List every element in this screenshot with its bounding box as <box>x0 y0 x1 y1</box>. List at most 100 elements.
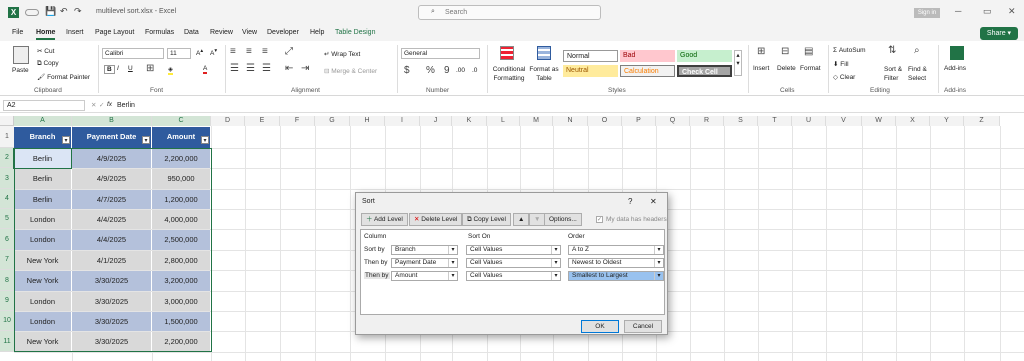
column-header-G[interactable]: G <box>315 116 350 126</box>
sort-filter-button[interactable]: Sort & Filter <box>884 65 908 83</box>
menu-tab-insert[interactable]: Insert <box>66 29 84 36</box>
increase-indent-icon[interactable]: ⇥ <box>301 63 309 74</box>
row-header-9[interactable]: 9 <box>0 291 14 311</box>
column-header-D[interactable]: D <box>211 116 245 126</box>
orientation-icon[interactable]: ⤢ <box>285 46 293 57</box>
percent-icon[interactable]: % <box>426 65 435 76</box>
increase-decimal-icon[interactable]: .00 <box>456 67 465 74</box>
redo-icon[interactable]: ↷ <box>74 6 82 17</box>
borders-icon[interactable]: ⊞ <box>146 63 154 74</box>
merge-center-button[interactable]: ⊟ Merge & Center <box>324 67 377 75</box>
column-header-C[interactable]: C <box>152 116 211 126</box>
filter-dropdown-icon[interactable]: ▾ <box>142 136 150 144</box>
row-header-6[interactable]: 6 <box>0 229 14 250</box>
close-icon[interactable]: ✕ <box>1008 6 1016 17</box>
format-cells-button[interactable]: Format <box>800 65 821 72</box>
column-header-L[interactable]: L <box>487 116 520 126</box>
font-size-combo[interactable]: 11 <box>167 48 191 59</box>
filter-dropdown-icon[interactable]: ▾ <box>62 136 70 144</box>
column-header-P[interactable]: P <box>622 116 656 126</box>
column-header-X[interactable]: X <box>896 116 930 126</box>
column-header-U[interactable]: U <box>792 116 826 126</box>
align-top-icon[interactable]: ≡ <box>230 46 236 57</box>
fill-color-icon[interactable]: ◈ <box>168 65 173 75</box>
shrink-font-icon[interactable]: A▾ <box>210 48 217 57</box>
column-header-I[interactable]: I <box>385 116 420 126</box>
menu-tab-data[interactable]: Data <box>184 29 199 36</box>
column-header-R[interactable]: R <box>690 116 724 126</box>
column-header-O[interactable]: O <box>588 116 622 126</box>
style-check-cell[interactable]: Check Cell <box>677 65 732 77</box>
align-middle-icon[interactable]: ≡ <box>246 46 252 57</box>
menu-tab-view[interactable]: View <box>242 29 257 36</box>
column-header-A[interactable]: A <box>14 116 72 126</box>
add-level-button[interactable]: ＋ Add Level <box>361 213 408 226</box>
align-right-icon[interactable]: ☰ <box>262 63 271 74</box>
align-left-icon[interactable]: ☰ <box>230 63 239 74</box>
row-header-1[interactable]: 1 <box>0 126 14 148</box>
name-box[interactable]: A2 <box>3 100 85 111</box>
column-header-J[interactable]: J <box>420 116 452 126</box>
search-box[interactable]: ⌕ Search <box>418 5 601 20</box>
headers-checkbox[interactable]: ✓ <box>596 216 603 223</box>
share-button[interactable]: Share ▾ <box>980 27 1018 40</box>
sort-filter-icon[interactable]: ⇅ <box>888 45 896 56</box>
row-header-7[interactable]: 7 <box>0 250 14 270</box>
column-header-W[interactable]: W <box>862 116 896 126</box>
close-icon[interactable]: ✕ <box>650 197 657 206</box>
sort-on-combo[interactable]: Cell Values ▾ <box>466 271 561 281</box>
wrap-text-button[interactable]: ↵ Wrap Text <box>324 50 360 58</box>
insert-cells-button[interactable]: Insert <box>753 65 769 72</box>
addins-button[interactable]: Add-ins <box>944 65 966 72</box>
column-header-Q[interactable]: Q <box>656 116 690 126</box>
menu-tab-formulas[interactable]: Formulas <box>145 29 174 36</box>
select-all-corner[interactable] <box>0 116 14 126</box>
row-header-8[interactable]: 8 <box>0 270 14 291</box>
find-select-icon[interactable]: ⌕ <box>914 45 920 56</box>
column-header-Z[interactable]: Z <box>964 116 1000 126</box>
comma-icon[interactable]: 9 <box>444 65 450 76</box>
column-header-H[interactable]: H <box>350 116 385 126</box>
confirm-entry-icon[interactable]: ✓ <box>99 101 104 109</box>
column-header-N[interactable]: N <box>553 116 588 126</box>
paste-button[interactable]: Paste <box>12 67 29 74</box>
autosave-toggle[interactable] <box>25 9 39 16</box>
undo-icon[interactable]: ↶ <box>60 6 68 17</box>
sort-on-combo[interactable]: Cell Values ▾ <box>466 245 561 255</box>
column-header-M[interactable]: M <box>520 116 553 126</box>
order-combo[interactable]: A to Z ▾ <box>568 245 664 255</box>
menu-tab-developer[interactable]: Developer <box>267 29 299 36</box>
menu-tab-review[interactable]: Review <box>210 29 233 36</box>
format-as-table-icon[interactable] <box>537 46 551 60</box>
sign-in-button[interactable]: Sign in <box>914 8 940 18</box>
align-center-icon[interactable]: ☰ <box>246 63 255 74</box>
column-header-Y[interactable]: Y <box>930 116 964 126</box>
menu-tab-home[interactable]: Home <box>36 29 56 40</box>
column-header-E[interactable]: E <box>245 116 280 126</box>
grow-font-icon[interactable]: A▴ <box>196 48 203 57</box>
delete-cells-icon[interactable]: ⊟ <box>781 46 789 57</box>
maximize-icon[interactable]: ▭ <box>983 6 992 17</box>
paste-icon[interactable] <box>13 46 29 64</box>
copy-button[interactable]: ⧉ Copy <box>37 60 59 68</box>
row-header-5[interactable]: 5 <box>0 209 14 229</box>
row-header-2[interactable]: 2 <box>0 148 14 168</box>
find-select-button[interactable]: Find & Select <box>908 65 932 83</box>
menu-tab-file[interactable]: File <box>12 29 23 36</box>
move-up-button[interactable]: ▲ <box>513 213 530 226</box>
column-combo[interactable]: Branch ▾ <box>391 245 458 255</box>
insert-function-icon[interactable]: fx <box>107 101 112 108</box>
style-neutral[interactable]: Neutral <box>563 65 618 77</box>
help-button[interactable]: ? <box>628 197 632 206</box>
column-header-S[interactable]: S <box>724 116 758 126</box>
cancel-entry-icon[interactable]: ✕ <box>91 101 96 109</box>
order-combo[interactable]: Smallest to Largest ▾ <box>568 271 664 281</box>
table-header-cell[interactable]: Payment Date <box>72 127 151 148</box>
row-header-10[interactable]: 10 <box>0 311 14 331</box>
font-color-icon[interactable]: A <box>203 65 208 74</box>
fill-button[interactable]: ⬇ Fill <box>833 60 849 68</box>
filter-dropdown-icon[interactable]: ▾ <box>201 136 209 144</box>
sort-on-combo[interactable]: Cell Values ▾ <box>466 258 561 268</box>
style-good[interactable]: Good <box>677 50 732 62</box>
row-header-3[interactable]: 3 <box>0 168 14 189</box>
